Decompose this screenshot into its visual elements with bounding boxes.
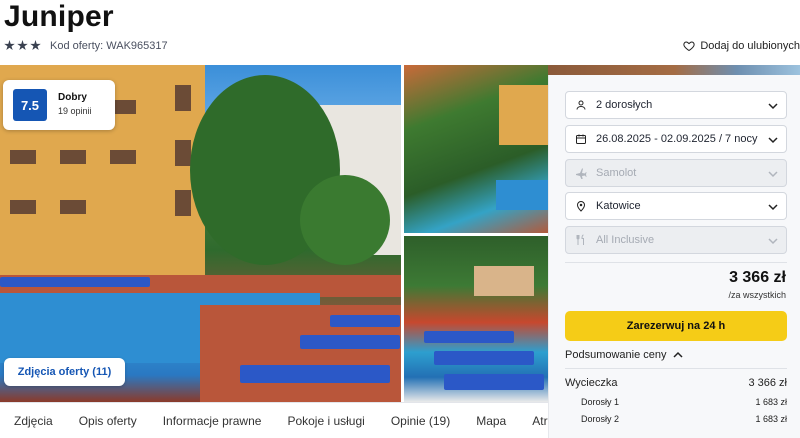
section-tabs: Zdjęcia Opis oferty Informacje prawne Po… — [0, 402, 548, 438]
board-value: All Inclusive — [596, 234, 655, 246]
calendar-icon — [574, 132, 588, 146]
summary-line: Dorosły 2 1 683 zł — [565, 414, 787, 424]
summary-line-label: Dorosły 2 — [581, 414, 620, 424]
star-icon — [17, 40, 28, 51]
guests-value: 2 dorosłych — [596, 99, 653, 111]
chevron-down-icon — [768, 238, 778, 245]
rating-score: 7.5 — [13, 89, 47, 121]
summary-line-value: 1 683 zł — [755, 397, 787, 407]
departure-value: Katowice — [596, 200, 641, 212]
photo-thumbnail[interactable] — [404, 65, 548, 233]
transport-select[interactable]: Samolot — [565, 159, 787, 187]
divider — [565, 262, 787, 263]
summary-trip-row: Wycieczka 3 366 zł — [565, 377, 787, 389]
price-note: /za wszystkich — [728, 290, 786, 300]
dates-select[interactable]: 26.08.2025 - 02.09.2025 / 7 nocy — [565, 125, 787, 153]
person-icon — [574, 98, 588, 112]
cutlery-icon — [574, 233, 588, 247]
tab-reviews[interactable]: Opinie (19) — [377, 414, 450, 428]
tab-description[interactable]: Opis oferty — [65, 414, 137, 428]
board-select[interactable]: All Inclusive — [565, 226, 787, 254]
star-icon — [4, 40, 15, 51]
tab-rooms-services[interactable]: Pokoje i usługi — [273, 414, 364, 428]
heart-icon — [683, 41, 695, 52]
chevron-down-icon — [768, 204, 778, 211]
rating-badge[interactable]: 7.5 Dobry 19 opinii — [3, 80, 115, 130]
price-summary-toggle[interactable]: Podsumowanie ceny — [565, 349, 683, 361]
chevron-down-icon — [768, 137, 778, 144]
offer-photos-button[interactable]: Zdjęcia oferty (11) — [4, 358, 125, 386]
tab-attractions[interactable]: Atrakcje — [518, 414, 548, 428]
price-summary-label: Podsumowanie ceny — [565, 349, 667, 361]
summary-line: Dorosły 1 1 683 zł — [565, 397, 787, 407]
transport-value: Samolot — [596, 167, 637, 179]
total-price: 3 366 zł — [729, 269, 786, 286]
photo-thumbnail[interactable] — [404, 236, 548, 402]
tab-legal-info[interactable]: Informacje prawne — [149, 414, 262, 428]
chevron-down-icon — [768, 103, 778, 110]
summary-trip-label: Wycieczka — [565, 377, 618, 389]
favorites-label: Dodaj do ulubionych — [700, 40, 800, 52]
location-pin-icon — [574, 199, 588, 213]
guests-select[interactable]: 2 dorosłych — [565, 91, 787, 119]
departure-select[interactable]: Katowice — [565, 192, 787, 220]
tab-map[interactable]: Mapa — [462, 414, 506, 428]
chevron-up-icon — [672, 351, 683, 358]
summary-trip-value: 3 366 zł — [748, 377, 787, 389]
photo-thumbnail[interactable] — [548, 65, 800, 75]
star-icon — [30, 40, 41, 51]
offer-code: Kod oferty: WAK965317 — [50, 40, 168, 52]
summary-line-value: 1 683 zł — [755, 414, 787, 424]
divider — [565, 368, 787, 369]
dates-value: 26.08.2025 - 02.09.2025 / 7 nocy — [596, 133, 758, 145]
page-title: Juniper — [4, 0, 114, 33]
summary-line-label: Dorosły 1 — [581, 397, 620, 407]
add-to-favorites-button[interactable]: Dodaj do ulubionych — [683, 40, 800, 52]
plane-icon — [574, 166, 588, 180]
rating-label: Dobry — [58, 92, 87, 103]
tab-photos[interactable]: Zdjęcia — [0, 414, 53, 428]
book-button[interactable]: Zarezerwuj na 24 h — [565, 311, 787, 341]
rating-count: 19 opinii — [58, 106, 92, 116]
hotel-stars — [4, 40, 41, 51]
chevron-down-icon — [768, 171, 778, 178]
booking-panel: 2 dorosłych 26.08.2025 - 02.09.2025 / 7 … — [548, 75, 800, 438]
